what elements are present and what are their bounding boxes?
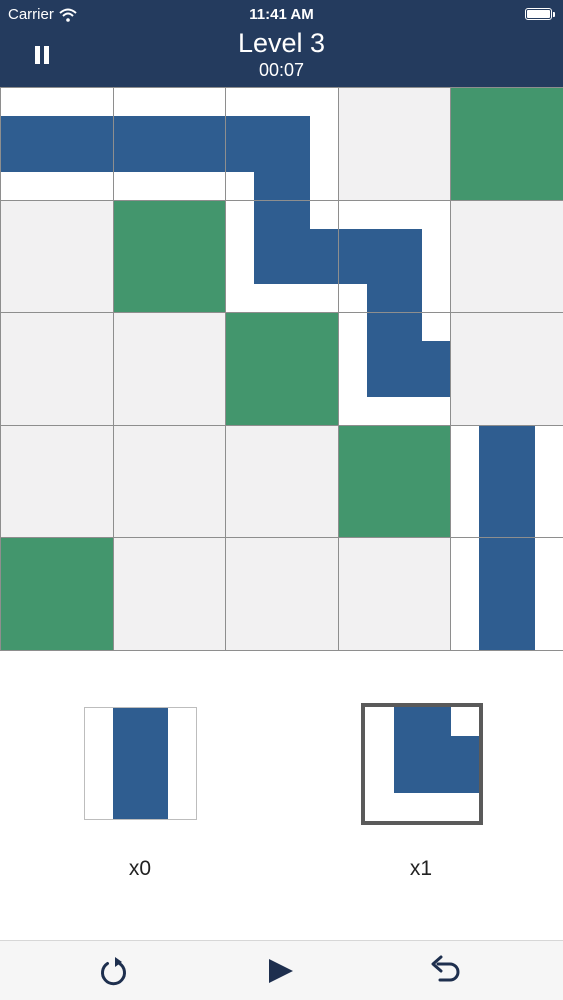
board-cell-block[interactable] [338, 425, 451, 538]
status-bar: Carrier 11:41 AM [0, 0, 563, 28]
board-cell-block[interactable] [113, 200, 226, 313]
pipe-segment [479, 538, 535, 650]
play-icon [269, 959, 293, 983]
board-cell-corner-west-south[interactable] [225, 87, 339, 201]
board-cell-empty[interactable] [113, 537, 226, 651]
pipe-segment [254, 116, 310, 200]
palette-count-corner: x1 [409, 857, 433, 880]
game-board [0, 87, 563, 651]
board-cell-block[interactable] [225, 312, 339, 426]
level-title: Level 3 [237, 28, 326, 58]
pipe-segment [393, 735, 479, 793]
board-cell-block[interactable] [450, 87, 563, 201]
reset-button[interactable] [94, 951, 134, 991]
battery-icon [525, 8, 555, 20]
pipe-segment [114, 116, 225, 172]
board-cell-empty[interactable] [0, 312, 114, 426]
bottom-toolbar [0, 940, 563, 1000]
board-cell-block[interactable] [0, 537, 114, 651]
board-cell-empty[interactable] [0, 200, 114, 313]
board-cell-empty[interactable] [113, 312, 226, 426]
board-cell-empty[interactable] [338, 537, 451, 651]
undo-icon [431, 955, 460, 982]
board-cell-empty[interactable] [0, 425, 114, 538]
board-cell-vertical-pipe[interactable] [450, 425, 563, 538]
board-cell-horizontal-pipe[interactable] [113, 87, 226, 201]
board-cell-empty[interactable] [338, 87, 451, 201]
board-cell-corner-west-south[interactable] [338, 200, 451, 313]
board-cell-empty[interactable] [225, 425, 339, 538]
pipe-segment [254, 228, 338, 285]
palette-count-vertical-pipe: x0 [128, 857, 152, 880]
board-cell-horizontal-pipe[interactable] [0, 87, 114, 201]
board-cell-vertical-pipe[interactable] [450, 537, 563, 651]
pipe-segment [366, 228, 423, 312]
board-cell-empty[interactable] [113, 425, 226, 538]
palette-tile-vertical-pipe[interactable] [84, 707, 197, 820]
pipe-segment [1, 116, 113, 172]
pipe-segment [366, 341, 450, 397]
board-cell-corner-north-east[interactable] [338, 312, 451, 426]
palette-tile-corner-selected[interactable] [361, 703, 483, 825]
status-time: 11:41 AM [249, 6, 314, 23]
top-header: Carrier 11:41 AM Level 3 00:07 [0, 0, 563, 87]
undo-button[interactable] [426, 951, 466, 991]
reset-icon [101, 957, 126, 986]
play-button[interactable] [260, 951, 300, 991]
board-cell-corner-north-east[interactable] [225, 200, 339, 313]
level-timer: 00:07 [258, 60, 305, 80]
pipe-segment [479, 426, 535, 537]
board-cell-empty[interactable] [225, 537, 339, 651]
board-cell-empty[interactable] [450, 312, 563, 426]
pipe-segment [112, 708, 169, 819]
board-cell-empty[interactable] [450, 200, 563, 313]
